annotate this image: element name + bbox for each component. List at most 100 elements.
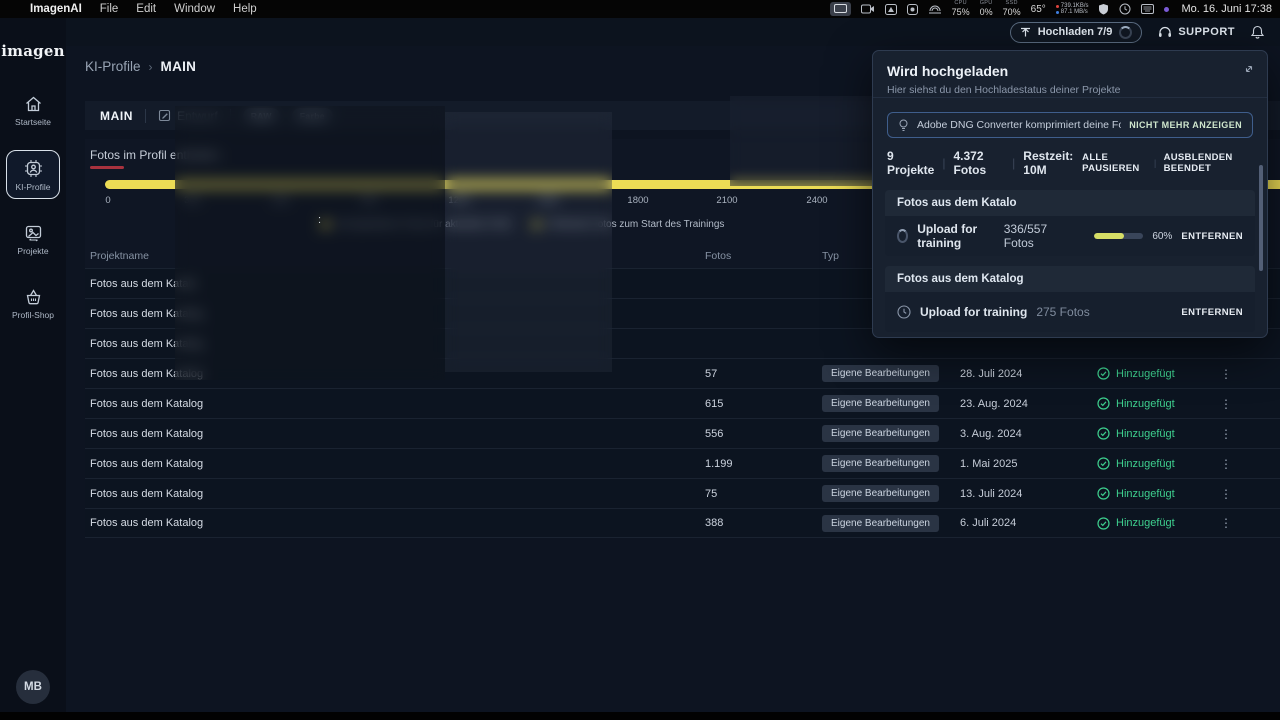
keyboard-icon[interactable] [1141, 2, 1154, 16]
typ-badge: Eigene Bearbeitungen [822, 455, 939, 472]
cpu-stat[interactable]: CPU75% [952, 1, 970, 17]
check-circle-icon [1097, 487, 1110, 500]
privacy-blur-region [175, 106, 445, 380]
banner-text: Adobe DNG Converter komprimiert deine Fo… [917, 119, 1121, 131]
clock-icon[interactable] [1119, 2, 1131, 16]
menubar-file[interactable]: File [100, 3, 119, 15]
table-row[interactable]: Fotos aus dem Katalog 75 Eigene Bearbeit… [85, 478, 1280, 508]
ssd-stat[interactable]: SSD70% [1003, 1, 1021, 17]
user-avatar[interactable]: MB [16, 670, 50, 704]
screen-bottom-edge [0, 712, 1280, 720]
upload-group-header: Fotos aus dem Katalo [885, 190, 1255, 216]
support-button[interactable]: SUPPORT [1158, 26, 1235, 39]
table-row[interactable]: Fotos aus dem Katalog 615 Eigene Bearbei… [85, 388, 1280, 418]
upload-status-popover: Wird hochgeladen Hier siehst du den Hoch… [872, 50, 1268, 338]
dismiss-banner-button[interactable]: NICHT MEHR ANZEIGEN [1129, 120, 1242, 130]
chart-title-underline [90, 166, 124, 169]
upload-percent: 60% [1152, 231, 1172, 242]
menubar-window[interactable]: Window [174, 3, 215, 15]
remove-upload-button[interactable]: ENTFERNEN [1181, 231, 1243, 242]
status-badge: Hinzugefügt [1097, 367, 1219, 380]
check-circle-icon [1097, 517, 1110, 530]
upload-item: Upload for training 336/557 Fotos 60% EN… [885, 216, 1255, 256]
camera-icon[interactable] [861, 2, 875, 16]
table-row[interactable]: Fotos aus dem Katalog 388 Eigene Bearbei… [85, 508, 1280, 538]
ai-profile-chip-icon [24, 159, 43, 178]
menubar-clock[interactable]: Mo. 16. Juni 17:38 [1181, 3, 1272, 15]
uploading-spinner-icon [897, 229, 908, 243]
row-menu-button[interactable]: ⋮ [1219, 367, 1233, 381]
row-menu-button[interactable]: ⋮ [1219, 397, 1233, 411]
row-menu-button[interactable]: ⋮ [1219, 427, 1233, 441]
hide-finished-button[interactable]: AUSBLENDEN BEENDET [1164, 152, 1253, 174]
network-speed-stat[interactable]: 739.1KB/s 87.1 MB/s [1056, 3, 1089, 15]
sidebar-item-ki-profile[interactable]: KI-Profile [6, 150, 60, 199]
upload-progress-spinner [1119, 26, 1132, 39]
status-badge: Hinzugefügt [1097, 397, 1219, 410]
sidebar-item-projekte[interactable]: Projekte [6, 215, 60, 263]
triangle-icon[interactable] [885, 2, 897, 16]
privacy-blur-region [445, 112, 612, 372]
status-badge: Hinzugefügt [1097, 457, 1219, 470]
app-badge-icon[interactable] [907, 2, 918, 16]
remove-upload-button[interactable]: ENTFERNEN [1181, 307, 1243, 318]
breadcrumb-separator: › [149, 60, 153, 74]
status-badge: Hinzugefügt [1097, 517, 1219, 530]
status-dot-icon [1164, 7, 1169, 12]
upload-group-header: Fotos aus dem Katalog [885, 266, 1255, 292]
app-header-bar: Hochladen 7/9 SUPPORT [66, 18, 1280, 46]
col-fotos: Fotos [705, 250, 822, 262]
collapse-icon[interactable] [1243, 63, 1255, 75]
pause-all-button[interactable]: ALLE PAUSIEREN [1082, 152, 1147, 174]
typ-badge: Eigene Bearbeitungen [822, 515, 939, 532]
network-swirl-icon[interactable] [928, 2, 942, 16]
sidebar-item-startseite[interactable]: Startseite [6, 86, 60, 134]
sidebar-item-profil-shop[interactable]: Profil-Shop [6, 279, 60, 327]
breadcrumb-current: MAIN [161, 59, 197, 74]
sidebar: imagen Startseite KI-Profile Projekte Pr… [0, 18, 66, 720]
upload-item: Upload for training 275 Fotos ENTFERNEN [885, 292, 1255, 332]
row-menu-button[interactable]: ⋮ [1219, 487, 1233, 501]
upload-arrow-icon [1020, 27, 1031, 38]
check-circle-icon [1097, 457, 1110, 470]
typ-badge: Eigene Bearbeitungen [822, 485, 939, 502]
menubar-help[interactable]: Help [233, 3, 257, 15]
popover-scrollbar[interactable] [1259, 165, 1263, 271]
macos-menubar: ImagenAI File Edit Window Help CPU75% GP… [0, 0, 1280, 18]
row-menu-button[interactable]: ⋮ [1219, 457, 1233, 471]
upload-status-button[interactable]: Hochladen 7/9 [1010, 22, 1143, 43]
status-badge: Hinzugefügt [1097, 427, 1219, 440]
display-icon[interactable] [830, 2, 851, 16]
queued-clock-icon [897, 305, 911, 319]
gpu-stat[interactable]: GPU0% [980, 1, 993, 17]
popover-subtitle: Hier siehst du den Hochladestatus deiner… [887, 84, 1253, 96]
time-remaining: Restzeit: 10M [1023, 149, 1082, 177]
breadcrumb-ki-profile[interactable]: KI-Profile [85, 59, 141, 74]
table-row[interactable]: Fotos aus dem Katalog 556 Eigene Bearbei… [85, 418, 1280, 448]
home-icon [24, 95, 43, 113]
temperature-stat[interactable]: 65° [1031, 4, 1046, 15]
dng-converter-banner: Adobe DNG Converter komprimiert deine Fo… [887, 112, 1253, 138]
menubar-edit[interactable]: Edit [136, 3, 156, 15]
check-circle-icon [1097, 427, 1110, 440]
pencil-edit-icon [158, 109, 171, 122]
shop-basket-icon [24, 288, 43, 306]
typ-badge: Eigene Bearbeitungen [822, 425, 939, 442]
table-row[interactable]: Fotos aus dem Katalog 1.199 Eigene Bearb… [85, 448, 1280, 478]
shield-icon[interactable] [1098, 2, 1109, 16]
typ-badge: Eigene Bearbeitungen [822, 395, 939, 412]
tab-main[interactable]: MAIN [100, 109, 133, 123]
check-circle-icon [1097, 397, 1110, 410]
upload-summary: 9 Projekte | 4.372 Fotos | Restzeit: 10M… [887, 149, 1253, 177]
redacted-name-colon: : [318, 214, 321, 226]
menubar-app-name[interactable]: ImagenAI [30, 3, 82, 15]
photos-count: 4.372 Fotos [953, 149, 1004, 177]
upload-progress-bar [1094, 233, 1143, 239]
check-circle-icon [1097, 367, 1110, 380]
imagen-logo[interactable]: imagen [1, 42, 64, 60]
notifications-bell-icon[interactable] [1251, 25, 1264, 39]
row-menu-button[interactable]: ⋮ [1219, 516, 1233, 530]
status-badge: Hinzugefügt [1097, 487, 1219, 500]
popover-title: Wird hochgeladen [887, 63, 1253, 79]
projects-count: 9 Projekte [887, 149, 934, 177]
